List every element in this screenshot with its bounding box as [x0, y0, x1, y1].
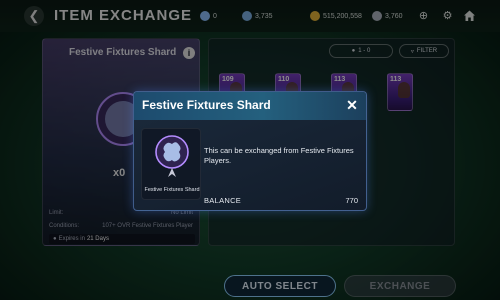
item-info-modal: Festive Fixtures Shard ✕ Festive Fixture…: [133, 91, 367, 211]
modal-header: Festive Fixtures Shard ✕: [134, 92, 366, 120]
shard-icon: [155, 135, 189, 177]
modal-title: Festive Fixtures Shard: [142, 98, 271, 112]
shard-label: Festive Fixtures Shard: [144, 187, 200, 193]
close-button[interactable]: ✕: [344, 97, 360, 113]
balance-value: 770: [345, 196, 358, 205]
shard-thumbnail: Festive Fixtures Shard: [141, 128, 201, 200]
close-icon: ✕: [346, 96, 358, 113]
balance-label: BALANCE: [204, 196, 242, 205]
modal-description: This can be exchanged from Festive Fixtu…: [204, 146, 354, 165]
